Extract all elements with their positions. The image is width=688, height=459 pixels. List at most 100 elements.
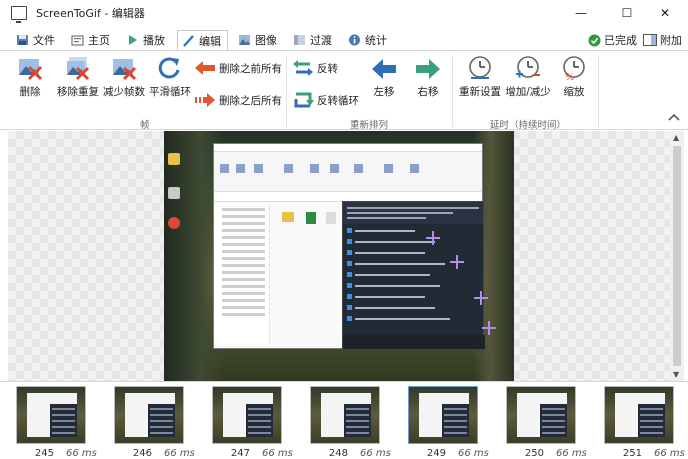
done-label: 已完成 <box>604 34 637 47</box>
loop-arrow-icon <box>158 57 180 79</box>
tab-label: 播放 <box>143 34 165 47</box>
frame-thumbnail[interactable]: 248 66 ms <box>310 386 391 459</box>
tab-transitions[interactable]: 过渡 <box>289 30 338 50</box>
sparkle-effect <box>450 255 464 269</box>
done-status[interactable]: 已完成 <box>588 32 637 48</box>
frame-delay: 66 ms <box>556 448 587 459</box>
svg-text:%: % <box>565 72 575 81</box>
tab-statistics[interactable]: 统计 <box>344 30 393 50</box>
frame-number: 247 <box>230 448 250 459</box>
tab-file[interactable]: 文件 <box>12 30 61 50</box>
frame-delay: 66 ms <box>262 448 293 459</box>
frame-filmstrip: 245 66 ms 246 66 ms 247 66 ms 248 66 ms 249 6… <box>0 381 688 459</box>
save-icon <box>17 35 28 45</box>
info-icon <box>349 34 360 46</box>
move-left-button[interactable]: 左移 <box>368 57 400 99</box>
tab-image[interactable]: 图像 <box>234 30 283 50</box>
tab-label: 主页 <box>88 34 110 47</box>
image-icon <box>239 35 250 45</box>
sparkle-effect <box>474 291 488 305</box>
desktop-folder-icon <box>168 153 180 165</box>
frame-number: 246 <box>132 448 152 459</box>
clock-percent-icon: % <box>563 56 585 81</box>
frame-number: 245 <box>34 448 54 459</box>
tab-label: 统计 <box>365 34 387 47</box>
scrollbar-thumb[interactable] <box>673 146 681 366</box>
desktop-browser-icon <box>168 217 180 229</box>
override-delay-label: 重新设置 <box>459 86 501 98</box>
frame-number: 249 <box>426 448 446 459</box>
frame-thumbnail-selected[interactable]: 249 66 ms <box>408 386 489 459</box>
ribbon-tab-bar: 文件 主页 播放 编辑 图像 过渡 统计 已完成 附加 <box>0 30 688 51</box>
delete-before-label: 删除之前所有 <box>219 62 282 75</box>
frame-thumbnail[interactable]: 251 66 ms <box>604 386 685 459</box>
app-monitor-icon <box>11 6 27 23</box>
increase-decrease-delay-button[interactable]: 增加/减少 <box>504 55 552 99</box>
increase-decrease-delay-label: 增加/减少 <box>505 86 551 98</box>
reverse-label: 反转 <box>317 62 338 75</box>
arrow-right-icon <box>416 59 440 79</box>
frame-thumbnail[interactable]: 245 66 ms <box>16 386 97 459</box>
image-reduce-icon <box>113 59 137 81</box>
canvas-vertical-scrollbar[interactable]: ▲ ▼ <box>670 131 684 381</box>
scroll-down-arrow-icon[interactable]: ▼ <box>673 370 679 379</box>
transition-icon <box>294 35 305 45</box>
tab-edit[interactable]: 编辑 <box>177 30 228 51</box>
desktop-app-icon <box>168 187 180 199</box>
yoyo-label: 反转循环 <box>317 94 359 107</box>
reverse-button[interactable]: 反转 <box>292 59 338 77</box>
title-bar: ScreenToGif - 编辑器 — ☐ ✕ <box>0 0 688 26</box>
tab-home[interactable]: 主页 <box>67 30 116 50</box>
delete-after-button[interactable]: 删除之后所有 <box>194 91 282 109</box>
remove-duplicates-button[interactable]: 移除重复 <box>54 55 102 99</box>
ribbon-separator <box>286 55 287 127</box>
frame-thumbnail[interactable]: 247 66 ms <box>212 386 293 459</box>
frame-number: 251 <box>622 448 642 459</box>
frame-delay: 66 ms <box>164 448 195 459</box>
delete-before-arrow-icon <box>195 61 215 75</box>
check-circle-icon <box>588 34 601 46</box>
ribbon-panel: 删除 移除重复 减少帧数 平滑循环 删除之前所有 删除之后所有 帧 反转 反转循… <box>0 50 688 131</box>
reverse-arrows-icon <box>293 60 313 76</box>
scale-delay-button[interactable]: % 缩放 <box>558 55 590 99</box>
reverse-loop-icon <box>294 92 314 108</box>
sparkle-effect <box>482 321 496 335</box>
ribbon-separator <box>598 55 599 127</box>
frame-number: 250 <box>524 448 544 459</box>
delete-frame-button[interactable]: 删除 <box>12 55 48 99</box>
scroll-up-arrow-icon[interactable]: ▲ <box>673 133 679 142</box>
move-left-label: 左移 <box>373 86 395 98</box>
window-title: ScreenToGif - 编辑器 <box>36 7 145 20</box>
tabbar-right-actions: 已完成 附加 <box>588 30 682 50</box>
delay-group-label: 延时（持续时间） <box>490 120 567 131</box>
frame-delay: 66 ms <box>458 448 489 459</box>
tab-label: 文件 <box>33 34 55 47</box>
smooth-loop-button[interactable]: 平滑循环 <box>148 55 192 99</box>
delete-frame-label: 删除 <box>19 86 41 98</box>
reduce-frames-button[interactable]: 减少帧数 <box>100 55 148 99</box>
image-duplicate-delete-icon <box>67 57 90 81</box>
override-delay-button[interactable]: 重新设置 <box>458 55 502 99</box>
attach-button[interactable]: 附加 <box>643 32 682 48</box>
delete-before-button[interactable]: 删除之前所有 <box>194 59 282 77</box>
frame-delay: 66 ms <box>66 448 97 459</box>
scale-delay-label: 缩放 <box>563 86 585 98</box>
close-button[interactable]: ✕ <box>642 0 688 26</box>
frame-preview[interactable] <box>164 131 514 381</box>
tab-playback[interactable]: 播放 <box>122 30 171 50</box>
reorder-group-label: 重新排列 <box>350 120 389 131</box>
frame-thumbnail[interactable]: 250 66 ms <box>506 386 587 459</box>
minimize-button[interactable]: — <box>558 0 604 26</box>
collapse-ribbon-chevron-icon[interactable] <box>668 113 680 121</box>
move-right-button[interactable]: 右移 <box>412 57 444 99</box>
frame-thumbnail[interactable]: 246 66 ms <box>114 386 195 459</box>
tab-label: 编辑 <box>199 34 221 48</box>
delete-after-arrow-icon <box>195 93 215 107</box>
attach-label: 附加 <box>660 34 682 47</box>
attach-panel-icon <box>643 34 657 46</box>
frame-delay: 66 ms <box>654 448 685 459</box>
delete-after-label: 删除之后所有 <box>219 94 282 107</box>
yoyo-button[interactable]: 反转循环 <box>292 91 359 109</box>
ribbon-separator <box>452 55 453 127</box>
sparkle-effect <box>426 231 440 245</box>
